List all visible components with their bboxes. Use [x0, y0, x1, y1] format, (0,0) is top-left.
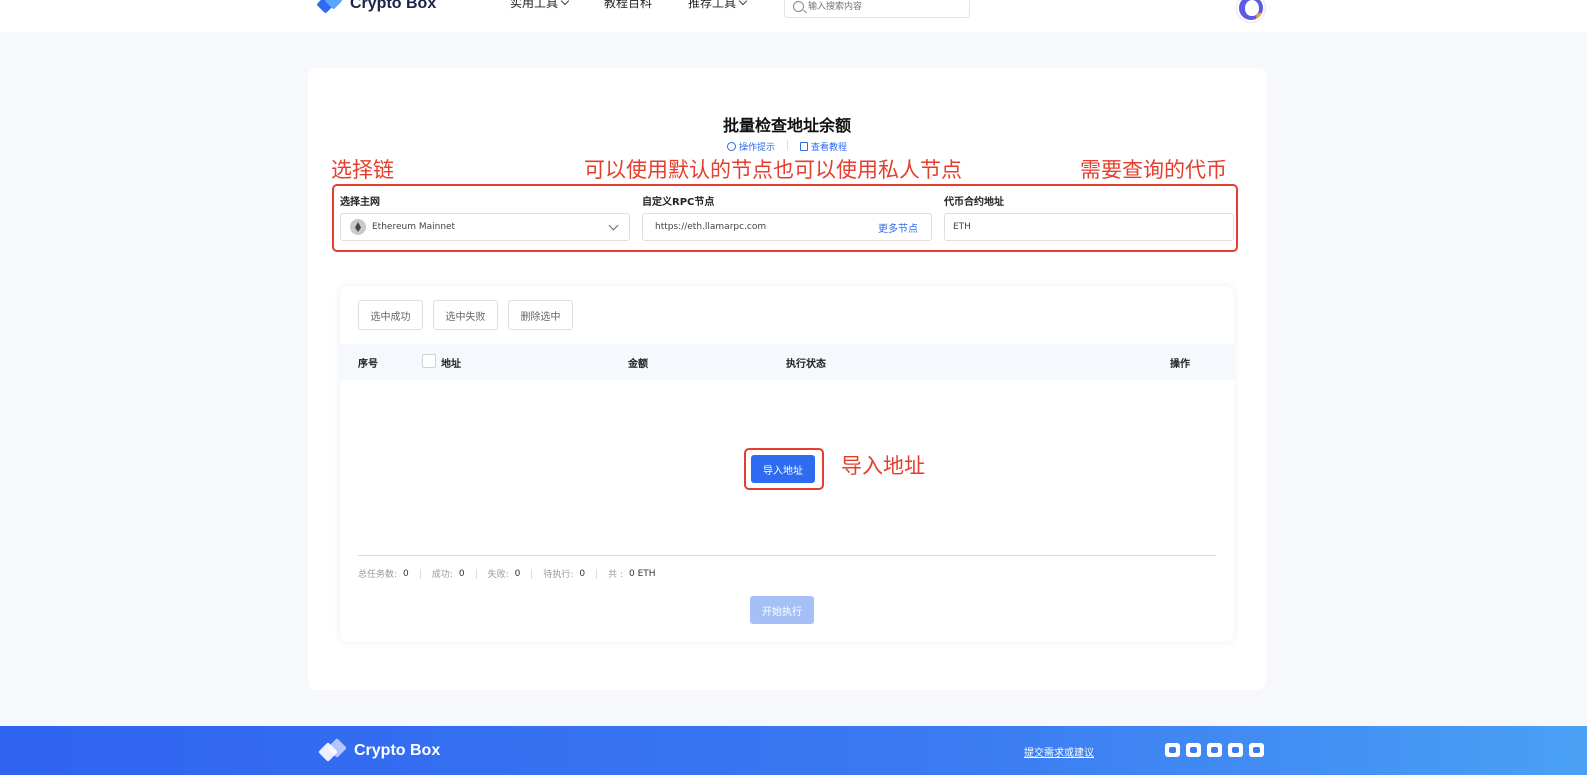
network-select[interactable]: Ethereum Mainnet	[340, 213, 630, 241]
search-box[interactable]	[784, 0, 970, 18]
wechat-icon[interactable]	[1165, 743, 1180, 757]
table-header: 序号 地址 金额 执行状态 操作	[340, 344, 1234, 380]
rpc-label: 自定义RPC节点	[642, 197, 715, 208]
logo-icon	[318, 738, 347, 764]
chevron-down-icon	[560, 0, 570, 5]
twitter-icon[interactable]	[1228, 743, 1243, 757]
rpc-input[interactable]: https://eth.llamarpc.com 更多节点	[642, 213, 932, 241]
nav-tutorials[interactable]: 教程百科	[604, 0, 652, 11]
tips-link[interactable]: 操作提示	[726, 140, 775, 153]
page-links: 操作提示 查看教程	[308, 140, 1266, 153]
user-avatar[interactable]	[1237, 0, 1265, 22]
col-address: 地址	[441, 359, 461, 370]
stat-sum-label: 共 :	[608, 570, 624, 580]
nav-recommended-tools[interactable]: 推荐工具	[688, 0, 748, 11]
nav-practical-tools[interactable]: 实用工具	[510, 0, 570, 11]
stat-sum: 0 ETH	[629, 568, 656, 579]
email-icon[interactable]	[1186, 743, 1201, 757]
delete-selected-button[interactable]: 删除选中	[508, 300, 573, 330]
address-table-panel: 选中成功 选中失败 删除选中 序号 地址 金额 执行状态 操作 导入地址 导入地…	[340, 286, 1234, 642]
search-input[interactable]	[808, 1, 958, 11]
tutorial-link[interactable]: 查看教程	[800, 140, 847, 153]
annotation-select-chain: 选择链	[331, 158, 394, 182]
stat-fail: 0	[514, 568, 521, 579]
youtube-icon[interactable]	[1249, 743, 1264, 757]
token-contract-input[interactable]: ETH	[944, 213, 1234, 241]
divider	[596, 568, 598, 579]
stat-total: 0	[403, 568, 409, 579]
top-header: Crypto Box 实用工具 教程百科 推荐工具	[0, 0, 1587, 32]
col-amount: 金额	[628, 359, 648, 370]
start-execute-button[interactable]: 开始执行	[750, 596, 814, 624]
divider	[787, 140, 788, 150]
col-index: 序号	[358, 359, 378, 370]
select-fail-button[interactable]: 选中失败	[433, 300, 498, 330]
logo-text: Crypto Box	[350, 0, 437, 12]
network-label: 选择主网	[340, 197, 380, 208]
annotation-import-note: 导入地址	[841, 454, 925, 478]
divider	[475, 568, 477, 579]
ethereum-icon	[350, 219, 366, 235]
divider	[419, 568, 421, 579]
footer-logo[interactable]: Crypto Box	[318, 738, 441, 764]
stat-total-label: 总任务数:	[358, 570, 398, 580]
token-value: ETH	[953, 222, 971, 232]
document-icon	[800, 142, 808, 151]
more-nodes-link[interactable]: 更多节点	[878, 220, 918, 235]
annotation-token-note: 需要查询的代币	[1080, 158, 1227, 182]
stat-fail-label: 失败:	[487, 570, 509, 580]
stat-pending-label: 待执行:	[543, 570, 574, 580]
info-icon	[726, 142, 736, 151]
annotation-box-import	[744, 448, 824, 490]
col-status: 执行状态	[786, 359, 826, 370]
main-nav: 实用工具 教程百科 推荐工具	[510, 0, 782, 11]
chevron-down-icon	[738, 0, 748, 5]
logo-icon	[316, 0, 343, 16]
col-action: 操作	[1170, 359, 1190, 370]
select-all-checkbox[interactable]	[422, 354, 436, 368]
header-logo[interactable]: Crypto Box	[316, 0, 437, 16]
main-card: 批量检查地址余额 操作提示 查看教程 选择链 可以使用默认的节点也可以使用私人节…	[308, 68, 1266, 690]
stat-success: 0	[458, 568, 465, 579]
chevron-down-icon	[608, 220, 619, 231]
footer: Crypto Box 提交需求或建议	[0, 726, 1587, 775]
divider	[531, 568, 533, 579]
rpc-value: https://eth.llamarpc.com	[655, 222, 767, 232]
network-value: Ethereum Mainnet	[372, 222, 456, 232]
social-links	[1165, 743, 1270, 757]
task-stats: 总任务数: 0 成功: 0 失败: 0 待执行: 0 共 : 0 ETH	[358, 567, 656, 580]
footer-logo-text: Crypto Box	[354, 742, 441, 759]
page-title: 批量检查地址余额	[722, 116, 851, 135]
telegram-icon[interactable]	[1207, 743, 1222, 757]
avatar-badge	[1256, 13, 1263, 20]
select-success-button[interactable]: 选中成功	[358, 300, 423, 330]
divider	[358, 555, 1216, 556]
annotation-rpc-note: 可以使用默认的节点也可以使用私人节点	[584, 158, 962, 182]
token-label: 代币合约地址	[944, 197, 1004, 208]
stat-success-label: 成功:	[431, 570, 453, 580]
stat-pending: 0	[579, 568, 586, 579]
search-icon	[793, 0, 804, 12]
feedback-link[interactable]: 提交需求或建议	[1024, 744, 1094, 759]
